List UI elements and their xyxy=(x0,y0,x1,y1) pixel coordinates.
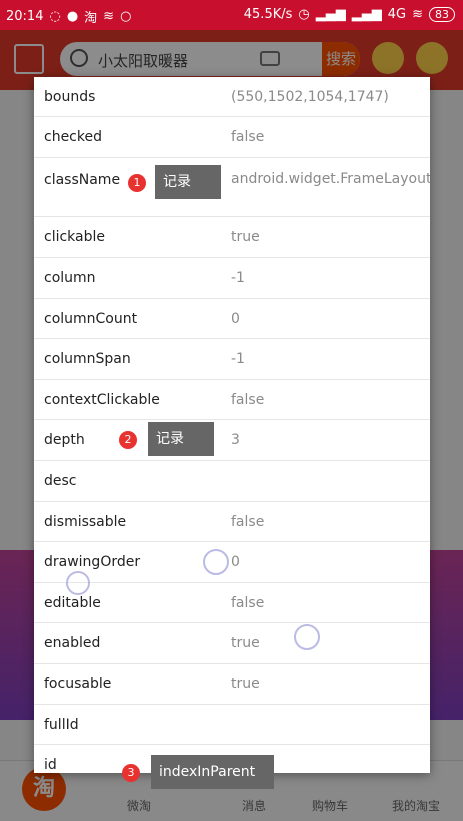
prop-row-focusable: focusable true xyxy=(34,664,430,705)
prop-row-bounds: bounds (550,1502,1054,1747) xyxy=(34,77,430,117)
prop-value: android.widget.FrameLayout xyxy=(231,171,430,187)
prop-row-drawingorder: drawingOrder 0 xyxy=(34,542,430,583)
touch-indicator xyxy=(294,624,320,650)
prop-name: columnCount xyxy=(44,311,138,327)
prop-name: columnSpan xyxy=(44,351,131,367)
annotation-tooltip: indexInParent xyxy=(151,755,274,789)
network-type: 4G xyxy=(387,7,407,22)
prop-row-classname: className android.widget.FrameLayout xyxy=(34,158,430,217)
annotation-marker: 1 xyxy=(128,174,146,192)
prop-name: bounds xyxy=(44,89,96,105)
prop-name: contextClickable xyxy=(44,392,160,408)
prop-row-desc: desc xyxy=(34,461,430,502)
prop-value: true xyxy=(231,635,260,651)
prop-value: 3 xyxy=(231,432,240,448)
prop-name: focusable xyxy=(44,676,112,692)
alarm-icon: ◷ xyxy=(298,7,310,22)
annotation-tooltip: 记录 xyxy=(155,165,221,199)
prop-name: enabled xyxy=(44,635,101,651)
wifi-icon: ≋ xyxy=(103,9,115,24)
prop-name: checked xyxy=(44,129,102,145)
shield-icon: ● xyxy=(66,9,79,24)
status-bar: 20:14 ◌ ● 淘 ≋ ○ 45.5K/s ◷ ▂▄▆ ▂▄▆ 4G ≋ 8… xyxy=(0,0,463,30)
annotation-marker: 3 xyxy=(122,764,140,782)
prop-row-dismissable: dismissable false xyxy=(34,502,430,542)
prop-value: false xyxy=(231,129,265,145)
prop-row-contextclickable: contextClickable false xyxy=(34,380,430,420)
prop-value: false xyxy=(231,514,265,530)
prop-name: fullId xyxy=(44,717,79,733)
signal-icon: ▂▄▆ xyxy=(315,7,346,22)
prop-row-columnspan: columnSpan -1 xyxy=(34,339,430,380)
touch-indicator xyxy=(66,571,90,595)
annotation-marker: 2 xyxy=(119,431,137,449)
signal-icon-2: ▂▄▆ xyxy=(351,7,382,22)
prop-value: -1 xyxy=(231,270,245,286)
prop-name: drawingOrder xyxy=(44,554,141,570)
prop-value: (550,1502,1054,1747) xyxy=(231,89,389,105)
property-dialog: bounds (550,1502,1054,1747) checked fals… xyxy=(34,77,430,773)
prop-row-enabled: enabled true xyxy=(34,623,430,664)
touch-indicator xyxy=(203,549,229,575)
prop-row-clickable: clickable true xyxy=(34,217,430,258)
wifi-icon-2: ≋ xyxy=(412,7,423,22)
prop-name: id xyxy=(44,757,57,773)
search-notification-icon: ○ xyxy=(120,9,132,24)
prop-row-columncount: columnCount 0 xyxy=(34,299,430,339)
prop-value: false xyxy=(231,392,265,408)
prop-value: -1 xyxy=(231,351,245,367)
annotation-tooltip: 记录 xyxy=(148,422,214,456)
prop-value: false xyxy=(231,595,265,611)
prop-row-editable: editable false xyxy=(34,583,430,623)
prop-name: desc xyxy=(44,473,77,489)
prop-name: depth xyxy=(44,432,85,448)
prop-name: editable xyxy=(44,595,101,611)
status-time: 20:14 xyxy=(6,9,44,24)
prop-name: clickable xyxy=(44,229,106,245)
prop-name: column xyxy=(44,270,96,286)
prop-value: true xyxy=(231,676,260,692)
prop-name: dismissable xyxy=(44,514,127,530)
taobao-notification-icon: 淘 xyxy=(84,11,98,26)
prop-value: true xyxy=(231,229,260,245)
prop-row-depth: depth 3 xyxy=(34,420,430,461)
prop-row-column: column -1 xyxy=(34,258,430,299)
network-speed: 45.5K/s xyxy=(243,7,293,22)
notification-icon: ◌ xyxy=(49,9,61,24)
prop-row-checked: checked false xyxy=(34,117,430,158)
prop-name: className xyxy=(44,172,121,188)
prop-row-fullid: fullId xyxy=(34,705,430,745)
prop-value: 0 xyxy=(231,554,240,570)
prop-value: 0 xyxy=(231,311,240,327)
battery-indicator: 83 xyxy=(429,7,455,22)
